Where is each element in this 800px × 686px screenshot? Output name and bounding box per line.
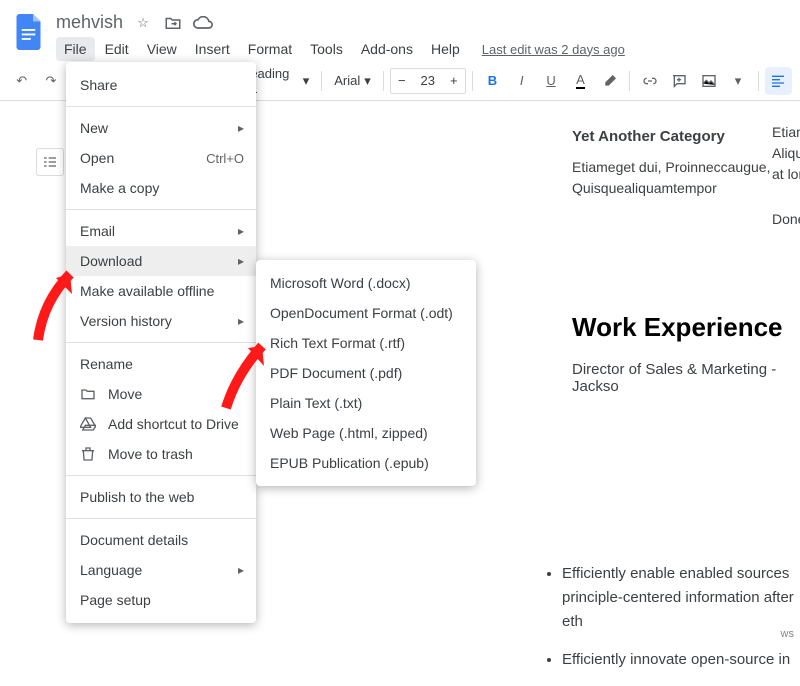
outline-button[interactable] (36, 148, 64, 176)
menu-insert[interactable]: Insert (187, 37, 238, 61)
download-epub[interactable]: EPUB Publication (.epub) (256, 448, 476, 478)
menu-share[interactable]: Share (66, 70, 256, 100)
file-dropdown: Share New▸ OpenCtrl+O Make a copy Email▸… (66, 62, 256, 623)
fontsize-stepper: − 23 + (390, 68, 466, 94)
category-body: Etiameget dui, Proinneccaugue, Quisqueal… (572, 157, 800, 199)
chevron-right-icon: ▸ (238, 224, 244, 238)
move-folder-icon[interactable] (163, 13, 183, 33)
highlight-button[interactable] (596, 67, 623, 95)
menu-rename[interactable]: Rename (66, 349, 256, 379)
add-comment-button[interactable] (666, 67, 693, 95)
menu-make-offline[interactable]: Make available offline (66, 276, 256, 306)
trash-icon (80, 446, 100, 462)
italic-button[interactable]: I (508, 67, 535, 95)
bullet-item: Efficiently innovate open-source in (562, 648, 800, 672)
vertical-ruler (0, 108, 24, 646)
download-pdf[interactable]: PDF Document (.pdf) (256, 358, 476, 388)
menu-move[interactable]: Move (66, 379, 256, 409)
more-button[interactable]: ▾ (724, 67, 751, 95)
align-left-button[interactable] (765, 67, 792, 95)
chevron-right-icon: ▸ (238, 563, 244, 577)
chevron-right-icon: ▸ (238, 121, 244, 135)
download-html[interactable]: Web Page (.html, zipped) (256, 418, 476, 448)
insert-image-button[interactable] (695, 67, 722, 95)
menu-format[interactable]: Format (240, 37, 300, 61)
bullet-item: Efficiently enable enabled sources princ… (562, 562, 800, 634)
undo-button[interactable]: ↶ (8, 67, 35, 95)
menu-make-copy[interactable]: Make a copy (66, 173, 256, 203)
side-text-1: Etiame Aliquan at loren (772, 122, 800, 185)
underline-button[interactable]: U (537, 67, 564, 95)
fontsize-decrease[interactable]: − (391, 69, 413, 93)
insert-link-button[interactable] (636, 67, 663, 95)
chevron-right-icon: ▸ (238, 314, 244, 328)
menu-language[interactable]: Language▸ (66, 555, 256, 585)
work-experience-subtitle: Director of Sales & Marketing - Jackso (572, 361, 800, 395)
docs-logo[interactable] (12, 8, 48, 56)
text-color-button[interactable]: A (567, 67, 594, 95)
redo-button[interactable]: ↷ (37, 67, 64, 95)
menu-page-setup[interactable]: Page setup (66, 585, 256, 615)
menu-move-to-trash[interactable]: Move to trash (66, 439, 256, 469)
menu-addons[interactable]: Add-ons (353, 37, 421, 61)
side-text-2: Donecl (772, 209, 800, 230)
menu-download[interactable]: Download▸ (66, 246, 256, 276)
menu-new[interactable]: New▸ (66, 113, 256, 143)
menu-add-shortcut[interactable]: Add shortcut to Drive (66, 409, 256, 439)
chevron-down-icon: ▾ (364, 73, 371, 89)
bold-button[interactable]: B (479, 67, 506, 95)
download-rtf[interactable]: Rich Text Format (.rtf) (256, 328, 476, 358)
menu-tools[interactable]: Tools (302, 37, 351, 61)
menu-email[interactable]: Email▸ (66, 216, 256, 246)
styles-label: eading 1 (250, 66, 298, 96)
document-title[interactable]: mehvish (56, 12, 123, 33)
menu-open[interactable]: OpenCtrl+O (66, 143, 256, 173)
watermark: ws (781, 628, 794, 640)
drive-shortcut-icon (80, 416, 100, 432)
menu-doc-details[interactable]: Document details (66, 525, 256, 555)
fontsize-increase[interactable]: + (443, 69, 465, 93)
menu-view[interactable]: View (139, 37, 185, 61)
menu-publish[interactable]: Publish to the web (66, 482, 256, 512)
font-label: Arial (334, 73, 360, 88)
download-docx[interactable]: Microsoft Word (.docx) (256, 268, 476, 298)
work-experience-heading: Work Experience (572, 312, 800, 343)
category-title: Yet Another Category (572, 126, 800, 149)
chevron-down-icon: ▾ (303, 73, 310, 89)
download-odt[interactable]: OpenDocument Format (.odt) (256, 298, 476, 328)
chevron-right-icon: ▸ (238, 254, 244, 268)
download-txt[interactable]: Plain Text (.txt) (256, 388, 476, 418)
download-submenu: Microsoft Word (.docx) OpenDocument Form… (256, 260, 476, 486)
folder-move-icon (80, 386, 100, 402)
last-edit-link[interactable]: Last edit was 2 days ago (482, 42, 625, 57)
cloud-saved-icon[interactable] (193, 13, 213, 33)
menu-edit[interactable]: Edit (97, 37, 137, 61)
font-select[interactable]: Arial ▾ (328, 67, 377, 95)
menu-version-history[interactable]: Version history▸ (66, 306, 256, 336)
menubar: File Edit View Insert Format Tools Add-o… (56, 37, 788, 61)
star-icon[interactable]: ☆ (133, 13, 153, 33)
menu-help[interactable]: Help (423, 37, 468, 61)
fontsize-value[interactable]: 23 (413, 73, 443, 88)
menu-file[interactable]: File (56, 37, 95, 61)
